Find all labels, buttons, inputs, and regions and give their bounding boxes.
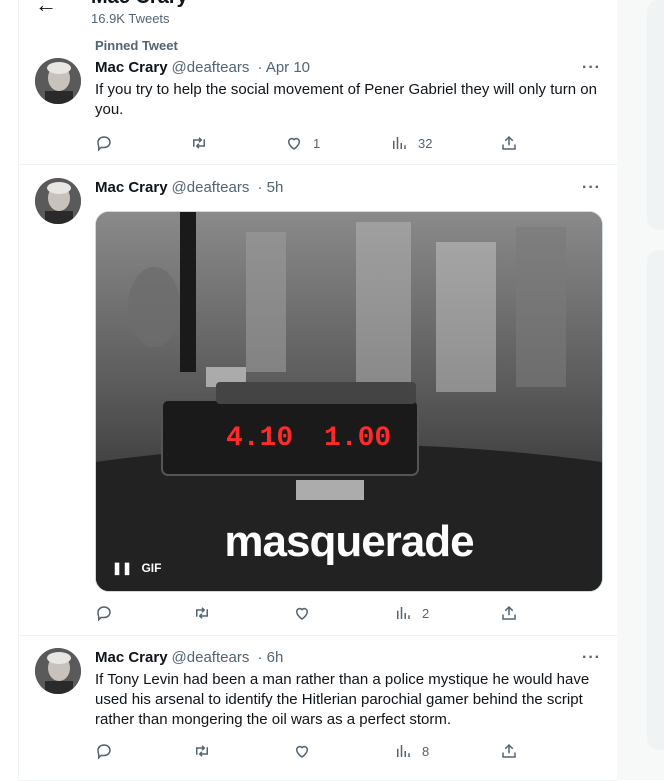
tweet-time[interactable]: · 5h <box>258 179 284 196</box>
avatar[interactable] <box>35 178 81 224</box>
views-button[interactable]: 8 <box>394 742 429 760</box>
pinned-label: Pinned Tweet <box>95 38 178 53</box>
author-handle[interactable]: @deaftears <box>172 649 250 666</box>
reply-button[interactable] <box>95 742 113 760</box>
meter-left-readout: 4.10 <box>226 423 293 454</box>
tweet-actions: 8 <box>95 742 535 762</box>
retweet-icon <box>193 137 205 149</box>
gif-badge[interactable]: ❚❚ GIF <box>112 561 161 575</box>
share-icon <box>502 605 516 620</box>
retweet-button[interactable] <box>193 604 211 622</box>
author-handle[interactable]: @deaftears <box>172 59 250 76</box>
views-count: 8 <box>422 743 430 759</box>
more-icon[interactable]: ··· <box>582 179 601 197</box>
like-button[interactable] <box>293 742 311 760</box>
like-icon <box>295 745 309 758</box>
like-icon <box>287 137 301 150</box>
tweet-time[interactable]: · 6h <box>258 649 284 666</box>
avatar[interactable] <box>35 58 81 104</box>
sidebar-card <box>647 250 664 750</box>
pause-icon[interactable]: ❚❚ <box>112 561 132 575</box>
views-icon <box>397 607 410 619</box>
views-button[interactable]: 32 <box>390 134 432 152</box>
tweet-count: 16.9K Tweets <box>91 11 170 26</box>
like-button[interactable]: 1 <box>285 134 320 152</box>
views-icon <box>393 137 406 149</box>
gif-caption: masquerade <box>224 517 474 566</box>
gif-media[interactable]: 4.10 1.00 masquerade ❚❚ GIF <box>95 211 603 592</box>
tweet-text: If Tony Levin had been a man rather than… <box>95 671 590 728</box>
sidebar-card <box>647 0 664 230</box>
tweet-actions: 2 <box>95 604 535 624</box>
tweet-pinned[interactable]: Pinned Tweet Mac Crary @deaftears · Apr 1… <box>19 34 617 165</box>
views-icon <box>397 745 410 757</box>
profile-header: ← Mac Crary 16.9K Tweets <box>19 0 617 34</box>
tweet-author-line: Mac Crary @deaftears · Apr 10 <box>95 59 310 76</box>
retweet-button[interactable] <box>193 742 211 760</box>
tweet-actions: 1 32 <box>95 134 535 154</box>
retweet-button[interactable] <box>190 134 208 152</box>
author-handle[interactable]: @deaftears <box>172 179 250 196</box>
views-count: 2 <box>422 605 430 621</box>
tweet-gif[interactable]: Mac Crary @deaftears · 5h ··· 4.10 1.00 … <box>19 165 617 636</box>
tweet-text: If you try to help the social movement o… <box>95 81 597 118</box>
reply-button[interactable] <box>95 134 113 152</box>
reply-icon <box>97 744 111 760</box>
avatar[interactable] <box>35 648 81 694</box>
share-button[interactable] <box>500 134 518 152</box>
like-button[interactable] <box>293 604 311 622</box>
timeline: ← Mac Crary 16.9K Tweets Pinned Tweet Ma… <box>18 0 618 781</box>
more-icon[interactable]: ··· <box>582 59 601 77</box>
views-count: 32 <box>418 135 433 151</box>
reply-button[interactable] <box>95 604 113 622</box>
right-sidebar <box>617 0 664 780</box>
share-icon <box>502 135 516 150</box>
like-count: 1 <box>313 135 321 151</box>
reply-icon <box>97 606 111 622</box>
share-button[interactable] <box>500 742 518 760</box>
author-name[interactable]: Mac Crary <box>95 59 168 76</box>
tweet-author-line: Mac Crary @deaftears · 6h <box>95 649 283 666</box>
tweet-author-line: Mac Crary @deaftears · 5h <box>95 179 283 196</box>
tweet-time[interactable]: · Apr 10 <box>258 59 311 76</box>
reply-icon <box>97 136 111 152</box>
retweet-icon <box>196 745 208 757</box>
profile-name: Mac Crary <box>91 0 188 9</box>
page: ← Mac Crary 16.9K Tweets Pinned Tweet Ma… <box>0 0 664 781</box>
meter-right-readout: 1.00 <box>324 423 391 454</box>
tweet-text-only[interactable]: Mac Crary @deaftears · 6h ··· If Tony Lev… <box>19 636 617 781</box>
like-icon <box>295 607 309 620</box>
share-button[interactable] <box>500 604 518 622</box>
author-name[interactable]: Mac Crary <box>95 179 168 196</box>
back-arrow-icon[interactable]: ← <box>35 0 57 18</box>
author-name[interactable]: Mac Crary <box>95 649 168 666</box>
views-button[interactable]: 2 <box>394 604 429 622</box>
gif-label: GIF <box>141 561 162 575</box>
more-icon[interactable]: ··· <box>582 649 601 667</box>
retweet-icon <box>196 607 208 619</box>
share-icon <box>502 743 516 758</box>
